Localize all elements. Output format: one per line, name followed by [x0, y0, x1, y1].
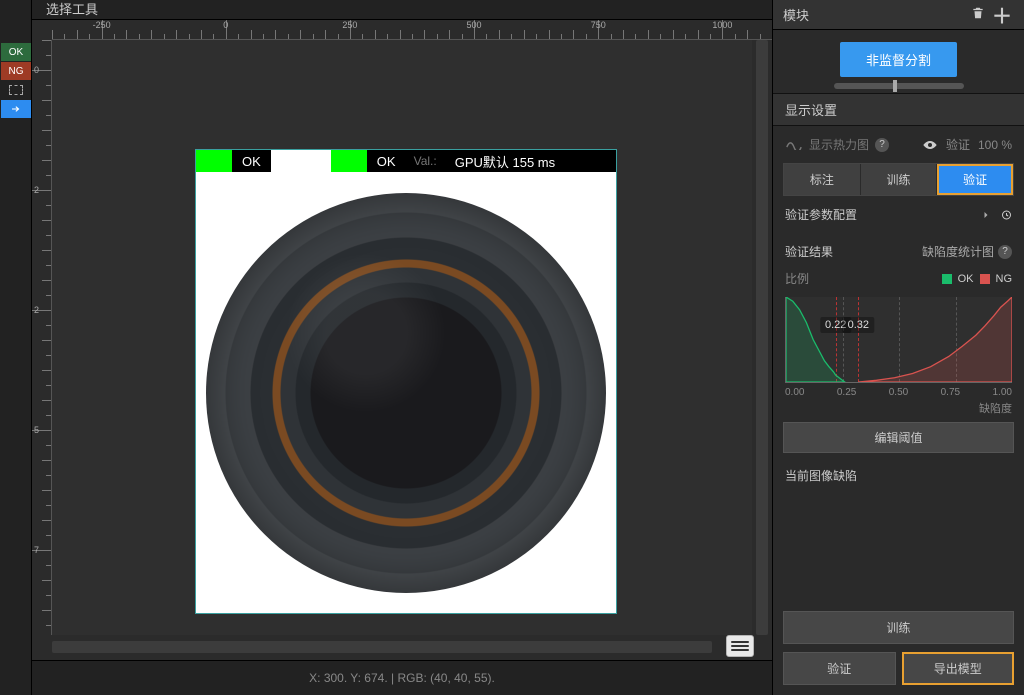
chart-x-axis: 0.000.250.500.751.00 [785, 387, 1012, 398]
modules-header: 模块 ＋ [773, 0, 1024, 30]
tag-ok-label: OK [9, 47, 23, 58]
cursor-status-text: X: 300. Y: 674. | RGB: (40, 40, 55). [309, 671, 495, 685]
module-main-button[interactable]: 非监督分割 [840, 42, 957, 77]
verify-result-label: 验证结果 [785, 243, 833, 260]
display-section-title: 显示设置 [773, 93, 1024, 126]
export-model-button[interactable]: 导出模型 [902, 652, 1015, 685]
bottom-verify-button[interactable]: 验证 [783, 652, 896, 685]
marquee-tool-button[interactable] [1, 81, 31, 99]
module-slider[interactable] [834, 83, 964, 89]
ruler-vertical: 02257 [32, 40, 52, 635]
current-defect-label: 当前图像缺陷 [773, 459, 1024, 492]
right-panel: 模块 ＋ 非监督分割 显示设置 显示热力图 ? 验证 100 % 标注 训练 验… [772, 0, 1024, 695]
keyboard-icon [731, 639, 749, 653]
image-card[interactable]: OK OK Val.: GPU默认 155 ms [196, 150, 616, 613]
chart-y-label: 缺陷度 [773, 398, 1024, 416]
modules-title: 模块 [783, 5, 966, 24]
scrollbar-vertical[interactable] [752, 40, 772, 635]
image-body [196, 172, 616, 613]
status-swatch-1 [196, 150, 232, 172]
plus-icon: ＋ [992, 6, 1012, 28]
legend-ng-label: NG [996, 273, 1013, 285]
marquee-icon [9, 85, 23, 95]
trash-icon [971, 6, 985, 20]
run-tool-button[interactable] [1, 100, 31, 118]
tab-train[interactable]: 训练 [861, 164, 938, 195]
help-icon-2[interactable]: ? [998, 245, 1012, 259]
legend-ok-swatch [942, 274, 952, 284]
tab-label[interactable]: 标注 [784, 164, 861, 195]
gpu-time-label: GPU默认 155 ms [445, 150, 616, 172]
arrow-right-icon [9, 103, 23, 115]
tag-ng-button[interactable]: NG [1, 62, 31, 80]
canvas[interactable]: OK OK Val.: GPU默认 155 ms [52, 40, 752, 635]
status-ok-1: OK [232, 150, 271, 172]
help-icon[interactable]: ? [875, 138, 889, 152]
status-bar: X: 300. Y: 674. | RGB: (40, 40, 55). [32, 660, 772, 695]
bottom-train-button[interactable]: 训练 [783, 611, 1014, 644]
ratio-label: 比例 [785, 270, 809, 287]
legend-ng-swatch [980, 274, 990, 284]
defect-stat-label: 缺陷度统计图 [922, 243, 994, 260]
verify-params-row[interactable]: 验证参数配置 [773, 196, 1024, 233]
heatmap-icon [785, 140, 803, 150]
heatmap-label: 显示热力图 [809, 136, 869, 153]
verify-params-label: 验证参数配置 [785, 206, 857, 223]
defect-chart[interactable]: 0.220.32 [785, 297, 1012, 383]
image-header: OK OK Val.: GPU默认 155 ms [196, 150, 616, 172]
viewport: -25002505007501000 02257 OK OK Val.: GPU… [32, 20, 772, 660]
legend-ok-label: OK [958, 273, 974, 285]
edit-threshold-button[interactable]: 编辑阈值 [783, 422, 1014, 453]
scrollbar-horizontal[interactable] [52, 641, 712, 653]
delete-module-button[interactable] [966, 6, 990, 24]
validation-label: Val.: [406, 150, 445, 172]
add-module-button[interactable]: ＋ [990, 0, 1014, 29]
eye-icon[interactable] [922, 139, 938, 151]
caret-right-icon [980, 209, 992, 221]
tab-verify[interactable]: 验证 [937, 164, 1013, 195]
status-swatch-2 [331, 150, 367, 172]
sample-image [206, 193, 606, 593]
ruler-horizontal: -25002505007501000 [52, 20, 772, 40]
tag-ok-button[interactable]: OK [1, 43, 31, 61]
left-toolbar: OK NG [0, 0, 32, 695]
tag-ng-label: NG [9, 66, 24, 77]
history-icon[interactable] [1000, 209, 1012, 221]
verify-percent: 100 % [978, 138, 1012, 152]
mode-tabs: 标注 训练 验证 [783, 163, 1014, 196]
verify-word: 验证 [946, 136, 970, 153]
tool-section-title: 选择工具 [32, 0, 772, 20]
keyboard-button[interactable] [726, 635, 754, 657]
status-ok-2: OK [367, 150, 406, 172]
